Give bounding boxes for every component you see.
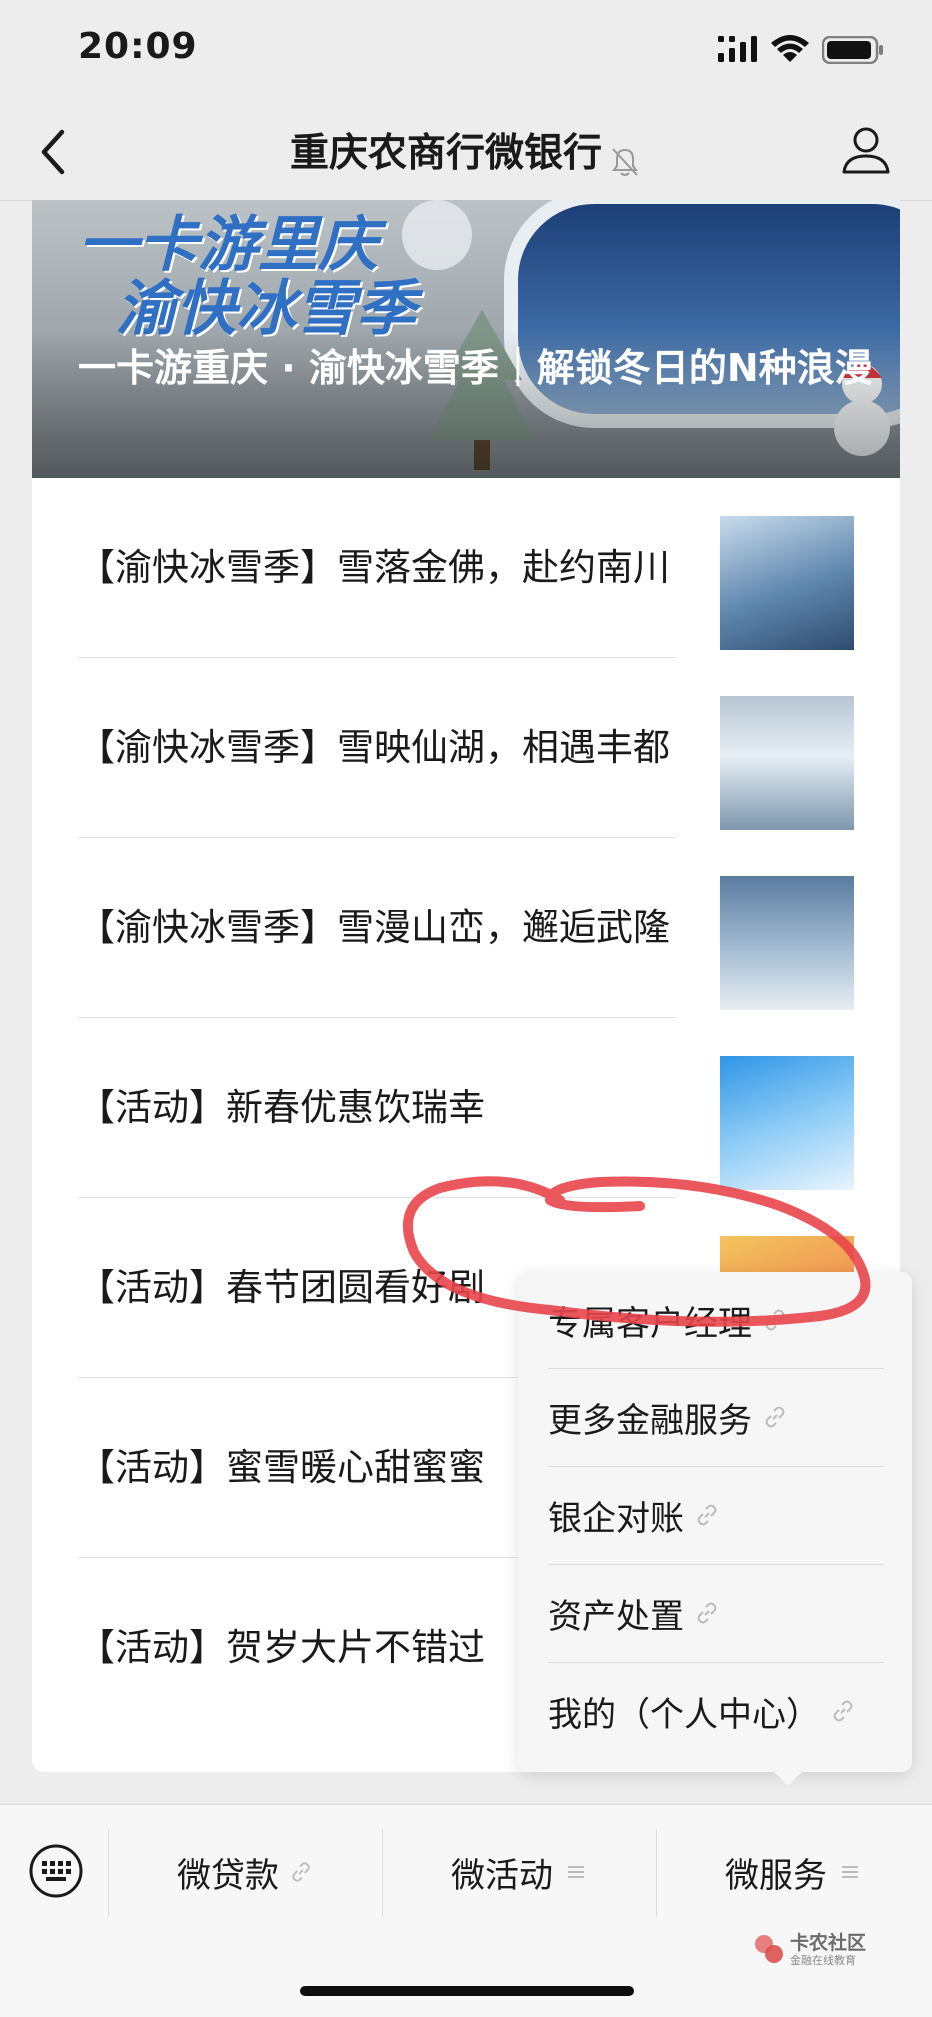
article-title: 【渝快冰雪季】雪漫山峦，邂逅武隆 [78,906,670,949]
menu-label: 微活动 [451,1855,553,1896]
menu-item-label: 资产处置 [548,1596,684,1637]
watermark-logo-icon [755,1935,783,1963]
wifi-icon [771,35,809,62]
article-thumbnail [720,876,854,1010]
banner-title: 一卡游重庆 · 渝快冰雪季｜解锁冬日的N种浪漫 [78,346,873,390]
page-title: 重庆农商行微银行 [289,131,602,176]
status-time: 20:09 [78,26,198,67]
mute-bell-icon [612,147,638,176]
article-item[interactable]: 【渝快冰雪季】雪漫山峦，邂逅武隆 [78,838,858,1018]
menu-item-asset-disposal[interactable]: 资产处置 [548,1565,884,1661]
list-icon [842,1866,858,1878]
popup-arrow [774,1772,802,1786]
article-item[interactable]: 【渝快冰雪季】雪映仙湖，相遇丰都 [78,658,858,838]
battery-icon [822,36,883,64]
menu-item-bank-reconciliation[interactable]: 银企对账 [548,1467,884,1563]
link-icon [697,1504,717,1526]
menu-label: 微贷款 [177,1855,279,1896]
menu-item-personal-center[interactable]: 我的（个人中心） [548,1663,884,1759]
page-title-wrap: 重庆农商行微银行 [0,122,932,179]
menu-item-label: 我的（个人中心） [548,1694,820,1735]
article-item[interactable]: 【渝快冰雪季】雪落金佛，赴约南川 [78,478,858,658]
home-indicator [300,1986,634,1996]
menu-weidaikuan[interactable]: 微贷款 [109,1841,381,1903]
watermark: 卡农社区 金融在线教育 [752,1928,902,1972]
status-bar: 20:09 [0,0,932,104]
link-icon [833,1700,853,1722]
link-icon [697,1602,717,1624]
profile-icon[interactable] [838,122,894,178]
menu-label: 微服务 [725,1855,827,1896]
menu-item-label: 银企对账 [548,1498,684,1539]
article-title: 【渝快冰雪季】雪映仙湖，相遇丰都 [78,726,670,769]
list-icon [568,1866,584,1878]
watermark-subtitle: 金融在线教育 [790,1954,856,1967]
keyboard-icon[interactable] [28,1843,84,1899]
link-icon [765,1406,785,1428]
nav-bar: 重庆农商行微银行 [0,104,932,201]
menu-item-more-financial-services[interactable]: 更多金融服务 [548,1369,884,1465]
menu-weihuodong[interactable]: 微活动 [383,1841,655,1903]
menu-item-label: 更多金融服务 [548,1400,752,1441]
signal-icon [718,36,757,62]
link-icon [292,1862,310,1882]
watermark-title: 卡农社区 [790,1932,867,1954]
article-thumbnail [720,516,854,650]
menu-weifuwu[interactable]: 微服务 [657,1841,929,1903]
article-thumbnail [720,696,854,830]
article-title: 【渝快冰雪季】雪落金佛，赴约南川 [78,546,670,589]
red-circle-annotation [402,1176,871,1327]
banner-article[interactable]: 一卡游里庆 渝快冰雪季 一卡游重庆 · 渝快冰雪季｜解锁冬日的N种浪漫 [32,200,900,478]
